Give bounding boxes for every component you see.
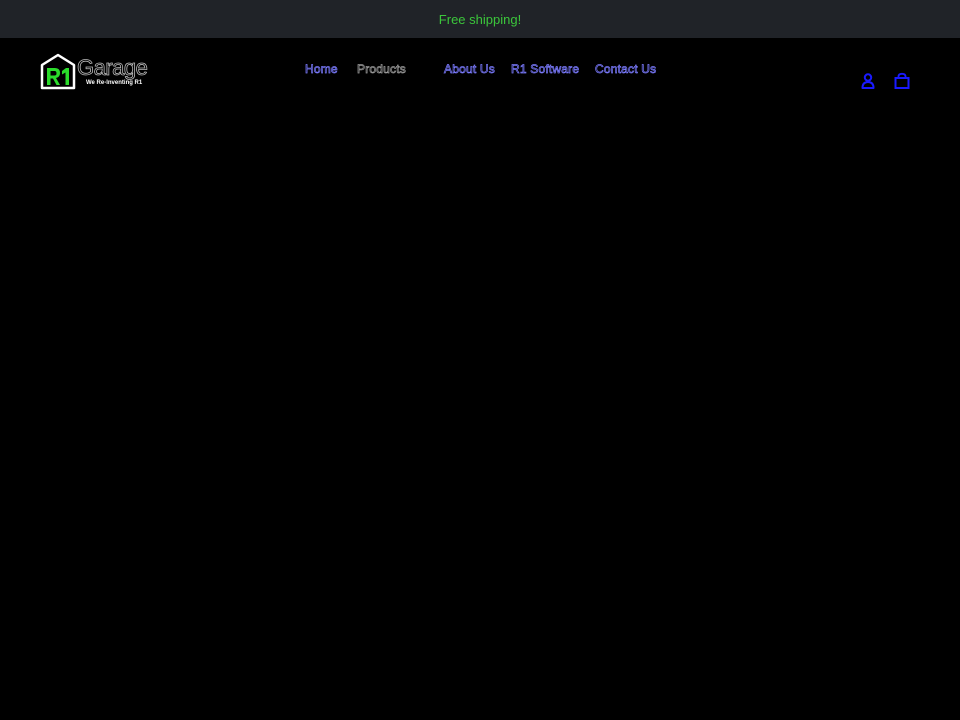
cart-icon <box>894 72 910 89</box>
announcement-text[interactable]: Free shipping! <box>439 12 521 27</box>
garage-logo-icon <box>40 53 76 90</box>
site-logo[interactable]: Garage We Re-Inventing R1 <box>40 52 160 92</box>
account-icon <box>861 73 875 89</box>
nav-item-home[interactable]: Home <box>305 62 338 77</box>
account-button[interactable] <box>859 72 877 90</box>
cart-button[interactable] <box>893 72 911 90</box>
nav-item-about-us[interactable]: About Us <box>444 62 495 77</box>
main-content <box>0 120 960 720</box>
nav-item-contact-us[interactable]: Contact Us <box>595 62 657 77</box>
site-header: Garage We Re-Inventing R1 Home Products … <box>0 38 960 120</box>
nav-item-products[interactable]: Products <box>357 62 406 77</box>
logo-tagline: We Re-Inventing R1 <box>86 80 143 86</box>
logo-wordmark: Garage <box>77 55 149 80</box>
announcement-bar: Free shipping! <box>0 0 960 38</box>
nav-item-r1-software[interactable]: R1 Software <box>511 62 580 77</box>
